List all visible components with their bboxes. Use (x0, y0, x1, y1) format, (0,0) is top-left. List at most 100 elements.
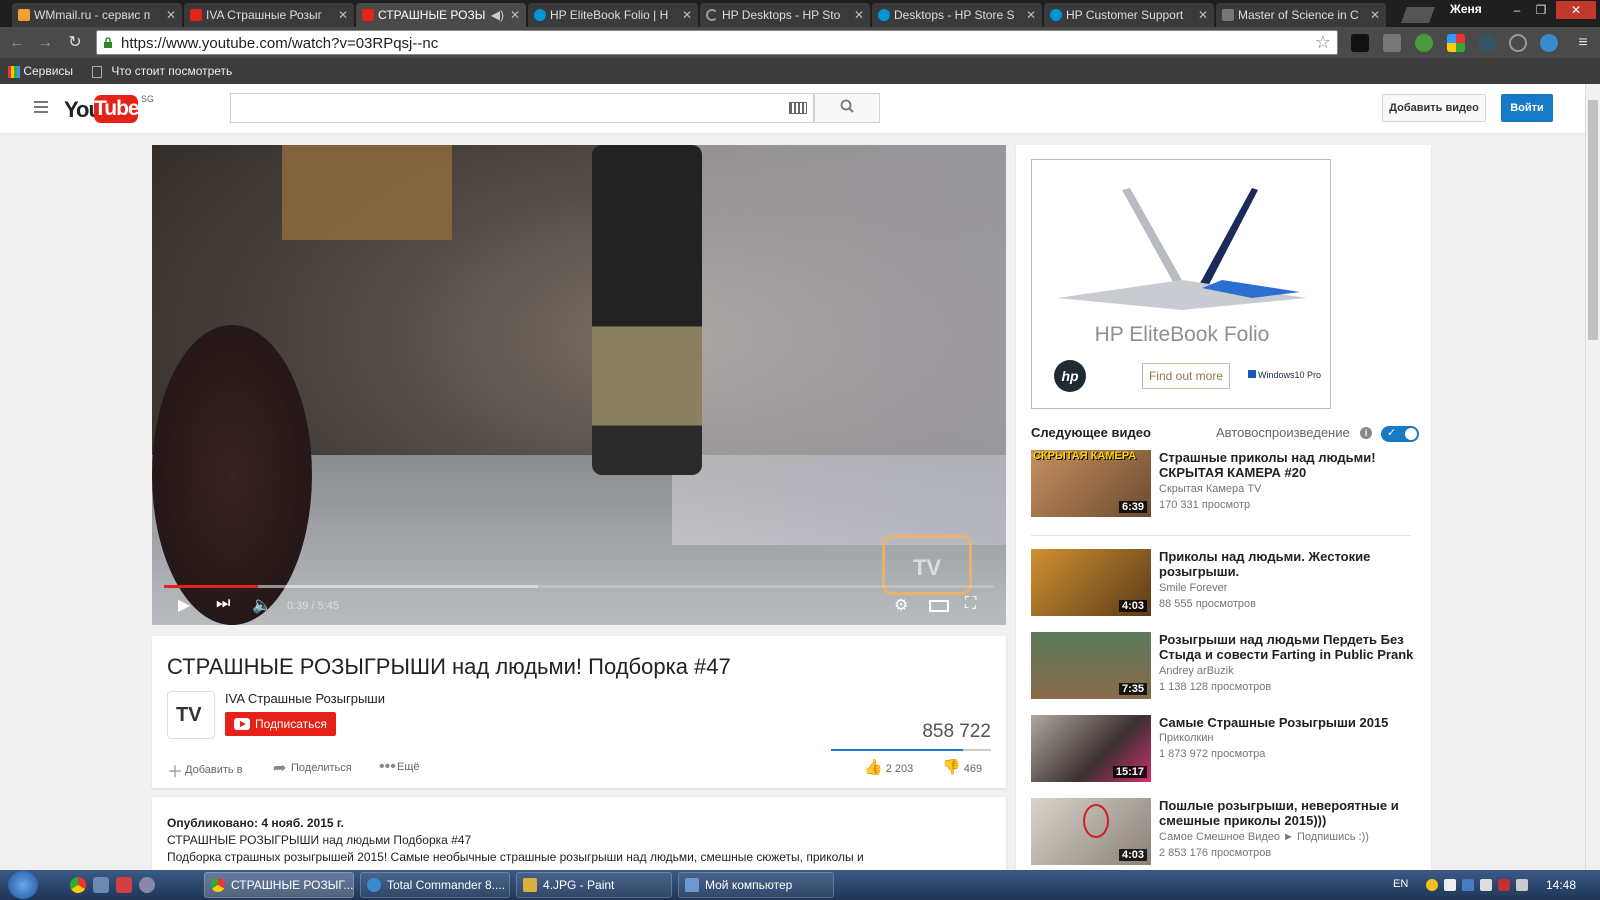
chrome-quicklaunch-icon[interactable] (70, 877, 86, 893)
next-icon[interactable]: ⏭ (216, 595, 230, 613)
upload-button[interactable]: Добавить видео (1382, 94, 1486, 122)
play-icon[interactable]: ▶ (178, 595, 190, 615)
theater-mode-icon[interactable] (929, 600, 949, 612)
video-thumbnail[interactable]: СКРЫТАЯ КАМЕРА 6:39 (1031, 450, 1151, 517)
related-title: Розыгрыши над людьми Пердеть Без Стыда и… (1159, 632, 1414, 662)
restore-icon[interactable]: ❐ (1530, 1, 1552, 19)
browser-tab[interactable]: HP Customer Support ✕ (1044, 3, 1214, 27)
profile-name[interactable]: Женя (1450, 2, 1482, 16)
subscribe-button[interactable]: Подписаться (225, 712, 336, 736)
tray-icon[interactable] (1444, 879, 1456, 891)
dislike-button[interactable]: 👎 469 (942, 758, 982, 776)
quicklaunch-icon[interactable] (139, 877, 155, 893)
tray-icon[interactable] (1462, 879, 1474, 891)
extension-icon[interactable] (1447, 34, 1465, 52)
video-thumbnail[interactable]: 7:35 (1031, 632, 1151, 699)
bookmark-star-icon[interactable]: ☆ (1315, 32, 1331, 53)
minimize-icon[interactable]: – (1506, 1, 1528, 19)
progress-bar[interactable] (164, 585, 994, 588)
start-button[interactable] (8, 871, 38, 899)
computer-icon (685, 878, 699, 892)
back-icon[interactable]: ← (6, 33, 28, 53)
browser-tab[interactable]: Desktops - HP Store S ✕ (872, 3, 1042, 27)
scrollbar-thumb[interactable] (1588, 100, 1598, 340)
close-tab-icon[interactable]: ✕ (338, 3, 348, 27)
close-tab-icon[interactable]: ✕ (1026, 3, 1036, 27)
menu-icon[interactable]: ≡ (1572, 33, 1594, 53)
bookmark-item[interactable]: Что стоит посмотреть (92, 64, 232, 78)
browser-tab[interactable]: HP Desktops - HP Sto ✕ (700, 3, 870, 27)
fullscreen-icon[interactable]: ⛶ (965, 595, 976, 613)
channel-avatar[interactable]: TV (167, 691, 215, 739)
extension-icon[interactable] (1351, 34, 1369, 52)
windows-badge: Windows10 Pro (1248, 370, 1321, 380)
taskbar-button[interactable]: СТРАШНЫЕ РОЗЫГ... (204, 872, 354, 898)
close-tab-icon[interactable]: ✕ (1370, 3, 1380, 27)
speaker-icon[interactable] (1480, 879, 1492, 891)
browser-tab[interactable]: IVA Страшные Розыг ✕ (184, 3, 354, 27)
tab-title: Master of Science in C (1238, 8, 1359, 22)
browser-tab[interactable]: WMmail.ru - сервис п ✕ (12, 3, 182, 27)
bookmark-label: Сервисы (23, 64, 74, 78)
close-tab-icon[interactable]: ✕ (682, 3, 692, 27)
new-tab-button[interactable] (1401, 7, 1435, 23)
browser-tab[interactable]: HP EliteBook Folio | H ✕ (528, 3, 698, 27)
related-video[interactable]: 15:17 Самые Страшные Розыгрыши 2015 Прик… (1031, 715, 1421, 785)
video-thumbnail[interactable]: 4:03 (1031, 798, 1151, 865)
signin-button[interactable]: Войти (1501, 94, 1553, 122)
channel-name[interactable]: IVA Страшные Розыгрыши (225, 691, 385, 706)
language-indicator[interactable]: EN (1393, 878, 1408, 890)
video-thumbnail[interactable]: 15:17 (1031, 715, 1151, 782)
autoplay-toggle[interactable]: ✓ (1381, 426, 1419, 442)
tab-title: HP Customer Support (1066, 8, 1184, 22)
related-video[interactable]: 7:35 Розыгрыши над людьми Пердеть Без Ст… (1031, 632, 1421, 702)
keyboard-icon[interactable] (789, 102, 807, 114)
close-tab-icon[interactable]: ✕ (854, 3, 864, 27)
extension-icon[interactable] (1383, 34, 1401, 52)
search-button[interactable] (814, 93, 880, 123)
volume-icon[interactable]: 🔈 (252, 595, 272, 615)
browser-tab-active[interactable]: СТРАШНЫЕ РОЗЫ ◀) ✕ (356, 3, 526, 27)
search-icon (840, 99, 854, 113)
more-button[interactable]: •••Ещё (379, 758, 420, 776)
taskbar-button[interactable]: Мой компьютер (678, 872, 834, 898)
ad-banner[interactable]: HP EliteBook Folio hp Find out more Wind… (1031, 159, 1331, 409)
bookmark-apps[interactable]: Сервисы (8, 64, 73, 78)
forward-icon[interactable]: → (34, 33, 56, 53)
play-extension-icon[interactable] (1509, 34, 1527, 52)
find-out-more-button[interactable]: Find out more (1142, 363, 1230, 389)
network-icon[interactable] (1516, 879, 1528, 891)
close-tab-icon[interactable]: ✕ (1198, 3, 1208, 27)
page-scrollbar[interactable] (1585, 84, 1600, 870)
search-input[interactable] (230, 93, 814, 123)
video-thumbnail[interactable]: 4:03 (1031, 549, 1151, 616)
related-views: 2 853 176 просмотров (1159, 847, 1272, 859)
audio-playing-icon[interactable]: ◀) (491, 3, 504, 27)
tray-icon[interactable] (1498, 879, 1510, 891)
video-player[interactable]: TV ▶ ⏭ 🔈 0:39 / 5:45 ⚙ ⛶ (152, 145, 1006, 625)
close-tab-icon[interactable]: ✕ (510, 3, 520, 27)
browser-tab[interactable]: Master of Science in C ✕ (1216, 3, 1386, 27)
globe-extension-icon[interactable] (1415, 34, 1433, 52)
clock[interactable]: 14:48 (1546, 878, 1576, 892)
info-icon[interactable]: i (1360, 427, 1372, 439)
related-video[interactable]: 4:03 Пошлые розыгрыши, невероятные и сме… (1031, 798, 1421, 868)
extension-icon[interactable] (1540, 34, 1558, 52)
address-bar[interactable]: https://www.youtube.com/watch?v=03RPqsj-… (96, 30, 1338, 55)
close-tab-icon[interactable]: ✕ (166, 3, 176, 27)
related-video[interactable]: СКРЫТАЯ КАМЕРА 6:39 Страшные приколы над… (1031, 450, 1421, 520)
share-button[interactable]: ➦ Поделиться (273, 758, 352, 778)
extension-icon[interactable] (1478, 34, 1496, 52)
taskbar-button[interactable]: 4.JPG - Paint (516, 872, 672, 898)
guide-menu-icon[interactable] (34, 101, 48, 116)
related-video[interactable]: 4:03 Приколы над людьми. Жестокие розыгр… (1031, 549, 1421, 619)
close-window-icon[interactable]: ✕ (1556, 1, 1596, 19)
desktop-quicklaunch-icon[interactable] (93, 877, 109, 893)
like-button[interactable]: 👍 2 203 (864, 758, 913, 776)
reload-icon[interactable]: ↻ (64, 33, 86, 53)
add-to-button[interactable]: ＋ Добавить в (167, 758, 243, 782)
settings-gear-icon[interactable]: ⚙ (894, 595, 908, 615)
tray-icon[interactable] (1426, 879, 1438, 891)
quicklaunch-icon[interactable] (116, 877, 132, 893)
taskbar-button[interactable]: Total Commander 8.... (360, 872, 510, 898)
